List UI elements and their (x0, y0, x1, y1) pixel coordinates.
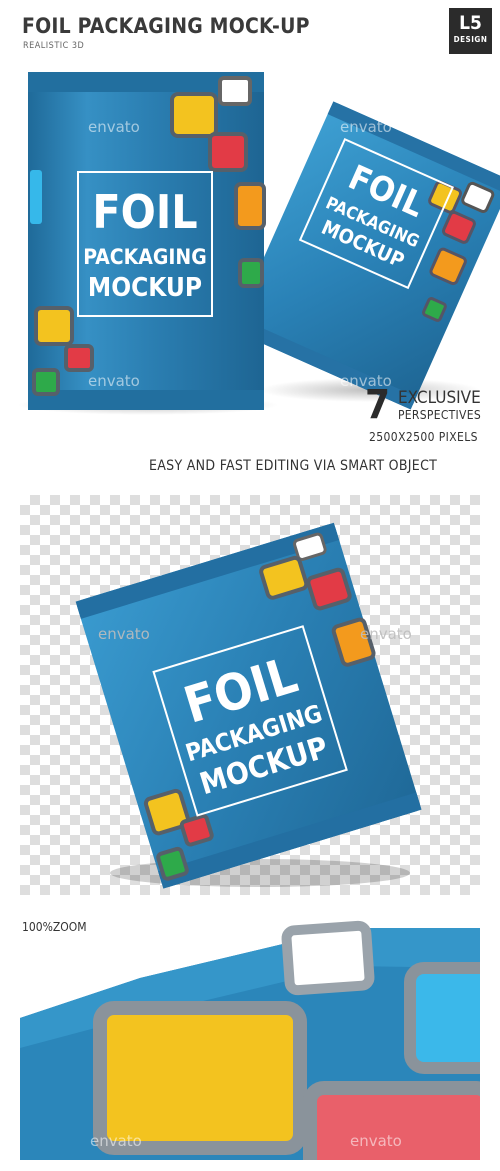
zoom-label: 100%ZOOM (22, 920, 87, 934)
editing-text: EASY AND FAST EDITING VIA SMART OBJECT (149, 458, 438, 474)
watermark-1: envato (88, 118, 140, 136)
preview-watermark-1: envato (98, 625, 150, 643)
perspectives-label-2: PERSPECTIVES (398, 408, 481, 422)
preview-watermark-2: envato (360, 625, 412, 643)
transparent-pack-preview: FOIL PACKAGING MOCKUP envato envato (75, 522, 422, 889)
watermark-3: envato (88, 372, 140, 390)
front-pack-line2: PACKAGING (83, 245, 207, 269)
back-pack: FOIL PACKAGING MOCKUP (231, 101, 500, 410)
zoom-detail-illustration: envato envato (20, 908, 480, 1160)
page-title: FOIL PACKAGING MOCK-UP (22, 14, 310, 38)
tilted-pack: FOIL PACKAGING MOCKUP (75, 522, 422, 889)
zoom-watermark-1: envato (90, 1132, 142, 1150)
perspectives-count: 7 (365, 382, 391, 428)
brand-logo: L5 DESIGN (449, 8, 492, 54)
zoom-watermark-2: envato (350, 1132, 402, 1150)
watermark-2: envato (340, 118, 392, 136)
front-pack-line1: FOIL (92, 185, 197, 239)
front-pack-line3: MOCKUP (88, 273, 202, 303)
logo-mark: L5 (459, 12, 482, 34)
perspectives-label-1: EXCLUSIVE (398, 388, 481, 408)
page-subtitle: REALISTIC 3D (23, 41, 85, 51)
front-pack: FOIL PACKAGING MOCKUP (28, 72, 266, 410)
hero-packs-illustration: FOIL PACKAGING MOCKUP FOIL PACKAGING MOC… (18, 72, 500, 415)
logo-wordmark: DESIGN (453, 35, 488, 44)
resolution-text: 2500X2500 PIXELS (369, 430, 478, 444)
